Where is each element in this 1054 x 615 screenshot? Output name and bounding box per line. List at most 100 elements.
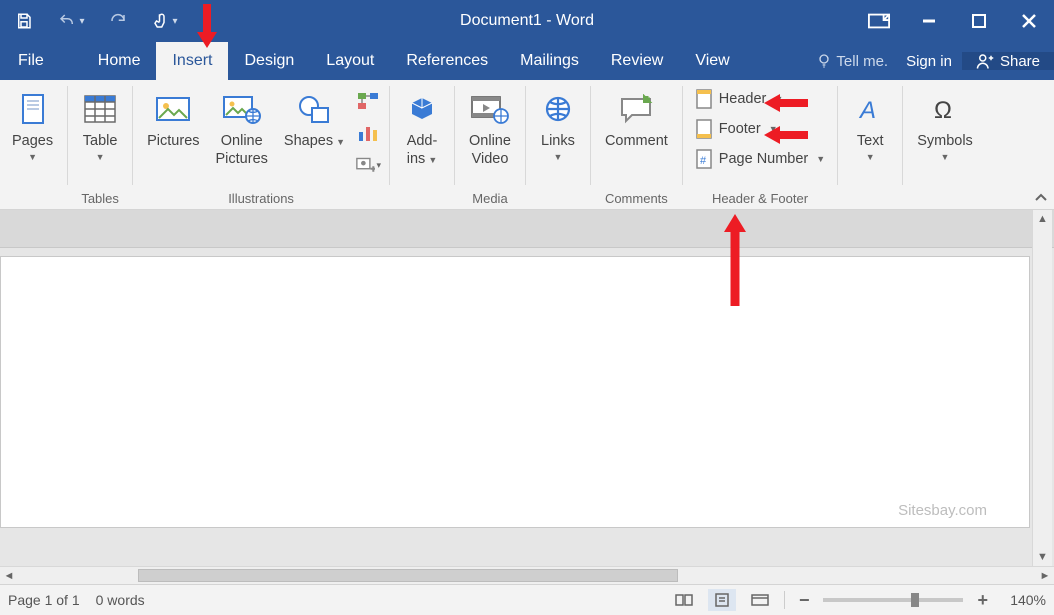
comment-icon	[618, 94, 654, 124]
print-layout-button[interactable]	[708, 589, 736, 611]
close-button[interactable]	[1004, 1, 1054, 41]
ribbon-display-button[interactable]	[854, 1, 904, 41]
table-button[interactable]: Table ▼	[74, 84, 126, 162]
share-button[interactable]: Share	[962, 52, 1054, 70]
table-label: Table	[83, 132, 118, 150]
minimize-button[interactable]	[904, 1, 954, 41]
hscroll-track[interactable]	[18, 567, 1036, 584]
save-icon	[15, 12, 33, 30]
page-number-button[interactable]: # Page Number ▼	[689, 146, 831, 172]
addins-icon	[408, 95, 436, 123]
save-button[interactable]	[4, 1, 44, 41]
page-number-icon: #	[695, 148, 713, 170]
group-links: Links ▼	[528, 80, 588, 209]
scroll-right-button[interactable]: ►	[1036, 570, 1054, 582]
minimize-icon	[921, 13, 937, 29]
undo-button[interactable]: ▾	[46, 1, 96, 41]
footer-label: Footer	[719, 121, 761, 137]
zoom-in-button[interactable]: +	[973, 590, 992, 611]
group-symbols: Ω Symbols ▼	[905, 80, 985, 209]
tab-mailings[interactable]: Mailings	[504, 42, 595, 80]
group-comments: Comment Comments	[593, 80, 680, 209]
tab-references[interactable]: References	[390, 42, 504, 80]
group-header-footer: Header ▼ Footer ▼ # Page Number ▼ Header…	[685, 80, 835, 209]
online-video-button[interactable]: OnlineVideo	[461, 84, 519, 168]
collapse-ribbon-button[interactable]	[1034, 189, 1048, 205]
word-count[interactable]: 0 words	[96, 592, 145, 608]
tab-layout[interactable]: Layout	[310, 42, 390, 80]
title-bar: ▾ ▾ Document1 - Word	[0, 0, 1054, 42]
hscroll-thumb[interactable]	[138, 569, 678, 582]
ribbon-tabs: File Home Insert Design Layout Reference…	[0, 42, 1054, 80]
group-pages: Pages ▼	[0, 80, 65, 209]
comments-group-label: Comments	[605, 187, 668, 209]
addins-label-2: ins	[407, 151, 426, 167]
pictures-icon	[155, 94, 191, 124]
quick-access-toolbar: ▾ ▾	[0, 1, 190, 41]
zoom-level[interactable]: 140%	[1002, 592, 1046, 608]
text-label: Text	[857, 132, 884, 150]
redo-button[interactable]	[98, 1, 138, 41]
chart-button[interactable]	[355, 120, 381, 146]
pictures-button[interactable]: Pictures	[139, 84, 207, 150]
tab-insert[interactable]: Insert	[156, 42, 228, 80]
sign-in-link[interactable]: Sign in	[896, 53, 962, 70]
comment-button[interactable]: Comment	[597, 84, 676, 150]
screenshot-button[interactable]: +▾	[355, 152, 381, 178]
tab-design[interactable]: Design	[228, 42, 310, 80]
vertical-scrollbar[interactable]: ▲ ▼	[1032, 210, 1052, 566]
document-page[interactable]: Sitesbay.com	[0, 256, 1030, 528]
page-indicator[interactable]: Page 1 of 1	[8, 592, 80, 608]
read-mode-button[interactable]	[670, 589, 698, 611]
group-text: A Text ▼	[840, 80, 900, 209]
tab-review[interactable]: Review	[595, 42, 679, 80]
illustrations-small-buttons: +▾	[353, 84, 383, 178]
scroll-left-button[interactable]: ◄	[0, 570, 18, 582]
web-layout-button[interactable]	[746, 589, 774, 611]
maximize-button[interactable]	[954, 1, 1004, 41]
pages-icon	[20, 93, 46, 125]
text-button[interactable]: A Text ▼	[844, 84, 896, 162]
dropdown-caret-icon: ▼	[428, 155, 437, 165]
addins-button[interactable]: Add-ins▼	[396, 84, 448, 169]
group-illustrations: Pictures OnlinePictures Shapes▼ +▾ Illus…	[135, 80, 387, 209]
online-pictures-button[interactable]: OnlinePictures	[208, 84, 276, 168]
zoom-slider-thumb[interactable]	[911, 593, 919, 607]
links-button[interactable]: Links ▼	[532, 84, 584, 162]
tab-home[interactable]: Home	[82, 42, 157, 80]
header-label: Header	[719, 91, 767, 107]
window-controls	[854, 1, 1054, 41]
svg-text:Ω: Ω	[934, 97, 952, 122]
scroll-down-button[interactable]: ▼	[1033, 548, 1052, 566]
tell-me-label: Tell me.	[836, 53, 888, 70]
vscroll-track[interactable]	[1033, 228, 1052, 548]
dropdown-caret-icon: ▼	[96, 152, 105, 162]
online-pictures-icon	[222, 93, 262, 125]
addins-label-1: Add-	[407, 133, 438, 149]
zoom-slider[interactable]	[823, 598, 963, 602]
shapes-icon	[297, 93, 331, 125]
share-icon	[976, 52, 994, 70]
touch-mode-button[interactable]: ▾	[140, 1, 190, 41]
undo-icon	[57, 12, 77, 30]
tab-file[interactable]: File	[0, 42, 62, 80]
illustrations-group-label: Illustrations	[228, 187, 294, 209]
shapes-button[interactable]: Shapes▼	[276, 84, 353, 151]
header-button[interactable]: Header ▼	[689, 86, 831, 112]
symbols-button[interactable]: Ω Symbols ▼	[909, 84, 981, 162]
tell-me-search[interactable]: Tell me.	[808, 53, 896, 70]
scroll-up-button[interactable]: ▲	[1033, 210, 1052, 228]
tab-view[interactable]: View	[679, 42, 745, 80]
dropdown-caret-icon: ▾	[79, 16, 84, 27]
smartart-button[interactable]	[355, 88, 381, 114]
ruler-area	[0, 210, 1054, 248]
zoom-out-button[interactable]: −	[795, 590, 814, 611]
online-pictures-label-1: Online	[221, 133, 263, 149]
text-box-icon: A	[856, 96, 884, 122]
horizontal-scrollbar[interactable]: ◄ ►	[0, 566, 1054, 584]
footer-button[interactable]: Footer ▼	[689, 116, 831, 142]
pages-button[interactable]: Pages ▼	[4, 84, 61, 162]
lightbulb-icon	[816, 53, 832, 69]
dropdown-caret-icon: ▼	[816, 154, 825, 164]
screenshot-icon: +	[355, 156, 375, 174]
